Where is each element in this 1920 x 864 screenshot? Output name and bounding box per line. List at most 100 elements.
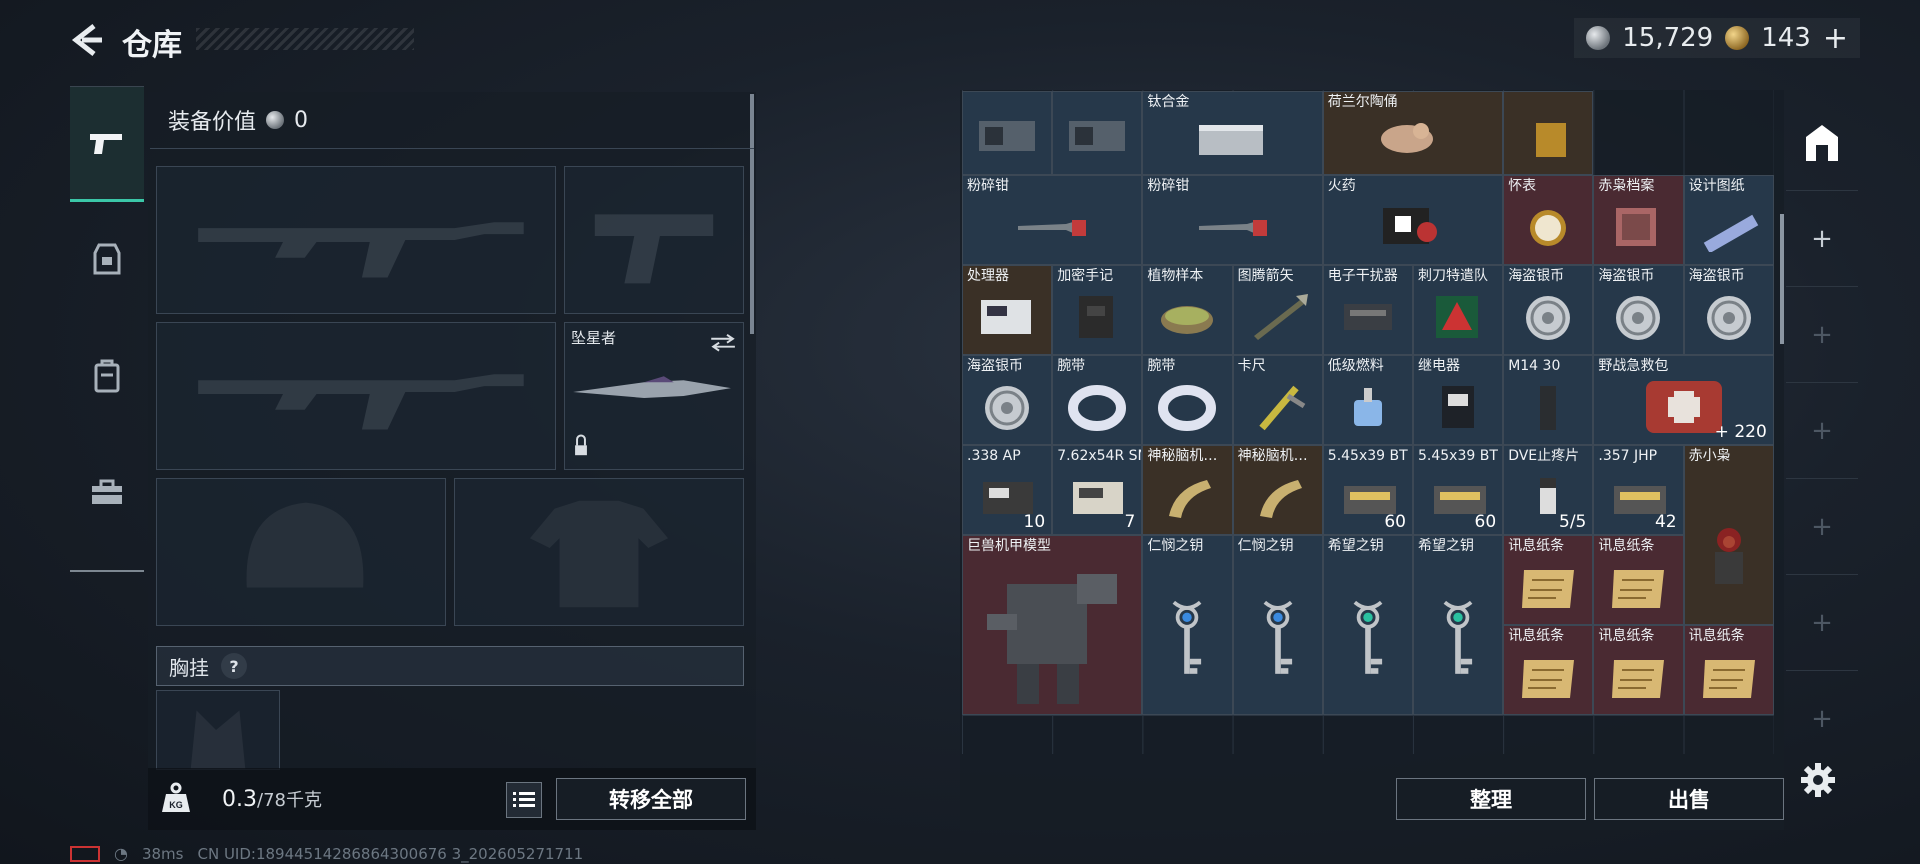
equipment-scrollbar[interactable] (750, 94, 754, 334)
divider (1786, 190, 1858, 191)
item-name: 讯息纸条 (1598, 538, 1655, 554)
item-name: DVE止疼片 (1508, 448, 1580, 464)
warehouse-icon (1806, 125, 1838, 161)
keyblue-icon (1173, 601, 1202, 675)
helmet-icon (246, 502, 364, 588)
storage-item[interactable]: 腕带 (1052, 355, 1143, 445)
storage-item[interactable]: 图腾箭矢 (1232, 265, 1323, 355)
help-icon[interactable]: ? (221, 653, 247, 679)
lamp-icon (1353, 388, 1382, 427)
storage-item[interactable]: 处理器 (962, 265, 1053, 355)
helmet-slot[interactable] (156, 478, 446, 626)
add-page-button-locked[interactable]: + (1786, 384, 1858, 478)
storage-item[interactable]: 加密手记 (1052, 265, 1143, 355)
primary-weapon-slot-1[interactable] (156, 166, 556, 314)
primary-weapon-slot-2[interactable] (156, 322, 556, 470)
pistol-icon (90, 134, 122, 154)
body-armor-slot[interactable] (454, 478, 744, 626)
ping: 38ms (141, 844, 184, 863)
weight-max: /78千克 (257, 790, 322, 811)
add-page-button-locked[interactable]: + (1786, 672, 1858, 766)
storage-item[interactable] (962, 91, 1053, 175)
settings-gear-icon[interactable] (1800, 762, 1836, 798)
storage-item[interactable]: 海盗银币 (1683, 265, 1774, 355)
sell-button[interactable]: 出售 (1594, 778, 1784, 820)
add-page-button-locked[interactable]: + (1786, 288, 1858, 382)
storage-item[interactable]: 讯息纸条 (1503, 625, 1594, 715)
storage-item[interactable]: 希望之钥 (1322, 535, 1413, 715)
list-view-button[interactable] (506, 782, 542, 818)
storage-item[interactable]: 低级燃料 (1322, 355, 1413, 445)
storage-item[interactable]: 5.45x39 BT 60 (1413, 445, 1504, 535)
storage-item[interactable]: 讯息纸条 (1683, 625, 1774, 715)
uid: CN UID:18944514286864300676 3_2026052717… (197, 844, 584, 863)
equipment-tabs (70, 86, 144, 572)
chest-rig-slot[interactable] (156, 690, 280, 770)
pistol-slot[interactable] (564, 166, 744, 314)
storage-item[interactable]: 神秘脑机… (1142, 445, 1233, 535)
chest-rig-header: 胸挂 ? (156, 646, 744, 686)
storage-item[interactable]: 刺刀特遣队 (1413, 265, 1504, 355)
item-name: .357 JHP (1598, 448, 1658, 464)
blade-icon (573, 334, 735, 456)
transfer-all-button[interactable]: 转移全部 (556, 778, 746, 820)
storage-item[interactable]: 卡尺 (1232, 355, 1323, 445)
storage-item[interactable]: 继电器 (1413, 355, 1504, 445)
tab-backpack[interactable] (70, 318, 144, 434)
storage-item[interactable]: 仁悯之钥 (1232, 535, 1323, 715)
item-count: 10 (1023, 512, 1046, 532)
storage-item[interactable]: 讯息纸条 (1593, 625, 1684, 715)
storage-page-main[interactable] (1786, 96, 1858, 190)
storage-item[interactable]: 希望之钥 (1413, 535, 1504, 715)
storage-item[interactable]: 讯息纸条 (1593, 535, 1684, 625)
storage-item[interactable]: 神秘脑机… (1232, 445, 1323, 535)
storage-item[interactable] (1052, 91, 1143, 175)
add-page-button[interactable]: + (1786, 192, 1858, 286)
storage-item[interactable]: 火药 (1322, 175, 1504, 265)
storage-item[interactable]: 海盗银币 (962, 355, 1053, 445)
storage-item[interactable]: DVE止疼片 5/5 (1503, 445, 1594, 535)
storage-item[interactable]: 粉碎钳 (1142, 175, 1323, 265)
storage-item[interactable]: 讯息纸条 (1503, 535, 1594, 625)
item-name: 粉碎钳 (967, 178, 1009, 194)
box-icon (1382, 208, 1437, 245)
storage-item[interactable]: 海盗银币 (1593, 265, 1684, 355)
storage-item[interactable]: 粉碎钳 (962, 175, 1143, 265)
silver-coin-icon (1586, 26, 1611, 50)
sort-button[interactable]: 整理 (1396, 778, 1586, 820)
item-name: 讯息纸条 (1598, 628, 1655, 644)
tab-armor[interactable] (70, 202, 144, 318)
storage-item[interactable]: 5.45x39 BT 60 (1322, 445, 1413, 535)
storage-item[interactable]: 仁悯之钥 (1142, 535, 1233, 715)
melee-slot[interactable]: 坠星者 (564, 322, 744, 470)
storage-item[interactable]: 野战急救包 + 220 (1593, 355, 1774, 445)
storage-item[interactable]: 赤小枭 (1683, 445, 1774, 625)
storage-item[interactable]: 植物样本 (1142, 265, 1233, 355)
storage-item[interactable] (1503, 91, 1594, 175)
band-icon (1068, 385, 1127, 432)
equipment-value: 装备价值 0 (168, 104, 308, 136)
storage-item[interactable]: 设计图纸 (1683, 175, 1774, 265)
storage-item[interactable]: 怀表 (1503, 175, 1594, 265)
item-name: 希望之钥 (1418, 538, 1474, 554)
storage-item[interactable]: M14 30 (1503, 355, 1594, 445)
storage-item[interactable]: 荷兰尔陶俑 (1322, 91, 1504, 175)
storage-item[interactable]: 海盗银币 (1503, 265, 1594, 355)
storage-item[interactable]: 钛合金 (1142, 91, 1323, 175)
storage-item[interactable]: 电子干扰器 (1322, 265, 1413, 355)
storage-item[interactable]: 腕带 (1142, 355, 1233, 445)
item-name: 希望之钥 (1327, 538, 1384, 554)
storage-item[interactable]: .357 JHP 42 (1593, 445, 1684, 535)
storage-item[interactable]: 7.62x54R SNB 7 (1052, 445, 1143, 535)
storage-item[interactable]: 巨兽机甲模型 (962, 535, 1143, 715)
storage-item[interactable]: .338 AP 10 (962, 445, 1053, 535)
add-page-button-locked[interactable]: + (1786, 576, 1858, 670)
storage-scrollbar[interactable] (1780, 214, 1784, 344)
add-currency-button[interactable]: + (1823, 21, 1848, 56)
tab-weapons[interactable] (70, 86, 144, 202)
tab-case[interactable] (70, 434, 144, 550)
back-icon[interactable] (70, 22, 106, 58)
add-page-button-locked[interactable]: + (1786, 480, 1858, 574)
gear-icon (979, 120, 1036, 151)
storage-item[interactable]: 赤枭档案 (1593, 175, 1684, 265)
